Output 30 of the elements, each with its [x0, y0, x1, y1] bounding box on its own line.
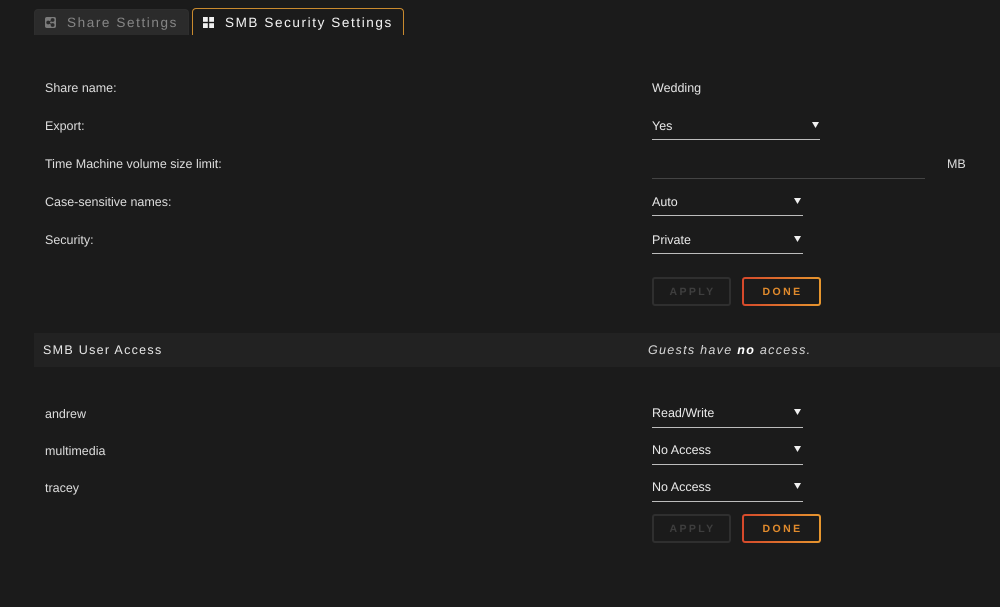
- user-name: multimedia: [45, 444, 106, 458]
- user-name: andrew: [45, 406, 86, 420]
- section-title: SMB User Access: [43, 343, 163, 357]
- field-label: Security:: [45, 233, 94, 247]
- caret-icon: [794, 198, 801, 204]
- field-label: Export:: [45, 119, 85, 133]
- field-label: Time Machine volume size limit:: [45, 157, 222, 171]
- caret-icon: [794, 236, 801, 242]
- tab[interactable]: SMB Security Settings: [192, 8, 404, 35]
- dropdown[interactable]: Yes: [652, 112, 820, 140]
- caret-icon: [812, 122, 819, 128]
- share-icon: [45, 17, 56, 28]
- field-value: Wedding: [652, 81, 702, 95]
- field-label: Case-sensitive names:: [45, 195, 172, 209]
- caret-icon: [794, 483, 801, 489]
- caret-icon: [794, 409, 801, 415]
- dropdown[interactable]: Auto: [652, 188, 803, 216]
- user-name: tracey: [45, 480, 80, 494]
- tab[interactable]: Share Settings: [34, 9, 189, 35]
- done-button[interactable]: DONE: [742, 514, 821, 543]
- access-dropdown[interactable]: Read/Write: [652, 400, 803, 428]
- done-button[interactable]: DONE: [742, 277, 821, 306]
- windows-logo-icon: [202, 16, 214, 28]
- field-label: Share name:: [45, 81, 117, 95]
- guest-access-note: Guests have no access.: [648, 343, 812, 357]
- access-dropdown[interactable]: No Access: [652, 436, 803, 464]
- dropdown[interactable]: Private: [652, 226, 803, 254]
- caret-icon: [794, 446, 801, 452]
- unit-label: MB: [947, 157, 966, 171]
- access-dropdown[interactable]: No Access: [652, 474, 803, 502]
